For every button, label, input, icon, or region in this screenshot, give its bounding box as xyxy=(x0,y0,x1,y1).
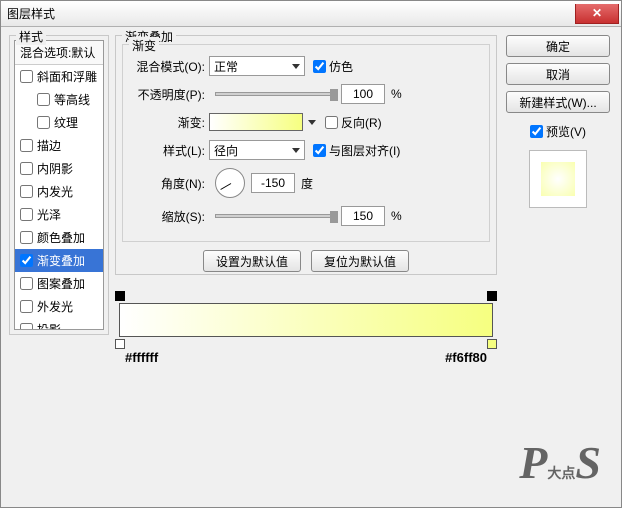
style-label: 样式(L): xyxy=(131,142,209,159)
reverse-checkbox[interactable]: 反向(R) xyxy=(325,114,382,131)
style-item-label: 颜色叠加 xyxy=(37,229,85,246)
center-panel: 渐变叠加 渐变 混合模式(O): 正常 仿色 不透明度(P): xyxy=(115,35,497,499)
ok-button[interactable]: 确定 xyxy=(506,35,610,57)
gradient-group-heading: 渐变 xyxy=(129,37,159,54)
gradient-bar[interactable] xyxy=(119,303,493,337)
styles-list: 混合选项:默认 斜面和浮雕等高线纹理描边内阴影内发光光泽颜色叠加渐变叠加图案叠加… xyxy=(14,40,104,330)
style-item-checkbox[interactable] xyxy=(20,208,33,221)
scale-input[interactable] xyxy=(341,206,385,226)
scale-unit: % xyxy=(391,209,402,223)
style-item-label: 描边 xyxy=(37,137,61,154)
style-item-0[interactable]: 斜面和浮雕 xyxy=(15,65,103,88)
opacity-stop-right[interactable] xyxy=(487,291,497,301)
color-stop-left-label: #ffffff xyxy=(125,350,158,365)
style-item-label: 斜面和浮雕 xyxy=(37,68,97,85)
angle-unit: 度 xyxy=(301,175,313,192)
style-item-11[interactable]: 投影 xyxy=(15,318,103,330)
style-item-checkbox[interactable] xyxy=(20,162,33,175)
style-item-6[interactable]: 光泽 xyxy=(15,203,103,226)
style-item-checkbox[interactable] xyxy=(20,300,33,313)
blend-mode-select[interactable]: 正常 xyxy=(209,56,305,76)
right-panel: 确定 取消 新建样式(W)... 预览(V) xyxy=(503,35,613,499)
opacity-input[interactable] xyxy=(341,84,385,104)
gradient-label: 渐变: xyxy=(131,114,209,131)
style-item-checkbox[interactable] xyxy=(20,70,33,83)
opacity-label: 不透明度(P): xyxy=(131,86,209,103)
color-stop-right[interactable] xyxy=(487,339,497,349)
preview-swatch xyxy=(541,162,575,196)
scale-label: 缩放(S): xyxy=(131,208,209,225)
close-button[interactable]: ✕ xyxy=(575,4,619,24)
preview-box xyxy=(529,150,587,208)
style-item-9[interactable]: 图案叠加 xyxy=(15,272,103,295)
close-icon: ✕ xyxy=(592,6,602,20)
style-item-label: 内阴影 xyxy=(37,160,73,177)
scale-slider[interactable] xyxy=(215,214,335,218)
style-item-label: 投影 xyxy=(37,321,61,330)
color-stop-right-label: #f6ff80 xyxy=(445,350,487,365)
style-item-4[interactable]: 内阴影 xyxy=(15,157,103,180)
align-checkbox[interactable]: 与图层对齐(I) xyxy=(313,142,400,159)
style-item-checkbox[interactable] xyxy=(37,93,50,106)
style-item-label: 纹理 xyxy=(54,114,78,131)
style-item-label: 渐变叠加 xyxy=(37,252,85,269)
set-default-button[interactable]: 设置为默认值 xyxy=(203,250,301,272)
preview-checkbox[interactable]: 预览(V) xyxy=(530,123,586,140)
style-item-checkbox[interactable] xyxy=(37,116,50,129)
reset-default-button[interactable]: 复位为默认值 xyxy=(311,250,409,272)
styles-panel: 样式 混合选项:默认 斜面和浮雕等高线纹理描边内阴影内发光光泽颜色叠加渐变叠加图… xyxy=(9,35,109,499)
titlebar[interactable]: 图层样式 ✕ xyxy=(1,1,621,27)
style-item-checkbox[interactable] xyxy=(20,185,33,198)
style-item-7[interactable]: 颜色叠加 xyxy=(15,226,103,249)
style-item-label: 图案叠加 xyxy=(37,275,85,292)
opacity-unit: % xyxy=(391,87,402,101)
style-item-1[interactable]: 等高线 xyxy=(15,88,103,111)
style-item-label: 内发光 xyxy=(37,183,73,200)
new-style-button[interactable]: 新建样式(W)... xyxy=(506,91,610,113)
dither-checkbox[interactable]: 仿色 xyxy=(313,58,353,75)
window-title: 图层样式 xyxy=(7,5,55,22)
layer-style-dialog: 图层样式 ✕ 样式 混合选项:默认 斜面和浮雕等高线纹理描边内阴影内发光光泽颜色… xyxy=(0,0,622,508)
style-item-label: 光泽 xyxy=(37,206,61,223)
style-item-10[interactable]: 外发光 xyxy=(15,295,103,318)
gradient-editor: #ffffff #f6ff80 xyxy=(115,291,497,361)
style-item-label: 外发光 xyxy=(37,298,73,315)
style-item-label: 等高线 xyxy=(54,91,90,108)
cancel-button[interactable]: 取消 xyxy=(506,63,610,85)
color-stop-left[interactable] xyxy=(115,339,125,349)
style-item-3[interactable]: 描边 xyxy=(15,134,103,157)
style-item-checkbox[interactable] xyxy=(20,254,33,267)
angle-input[interactable] xyxy=(251,173,295,193)
blend-mode-label: 混合模式(O): xyxy=(131,58,209,75)
style-item-checkbox[interactable] xyxy=(20,231,33,244)
style-item-2[interactable]: 纹理 xyxy=(15,111,103,134)
style-item-checkbox[interactable] xyxy=(20,277,33,290)
angle-dial[interactable] xyxy=(215,168,245,198)
opacity-slider[interactable] xyxy=(215,92,335,96)
style-item-5[interactable]: 内发光 xyxy=(15,180,103,203)
style-item-8[interactable]: 渐变叠加 xyxy=(15,249,103,272)
angle-label: 角度(N): xyxy=(131,175,209,192)
style-select[interactable]: 径向 xyxy=(209,140,305,160)
styles-heading: 样式 xyxy=(16,28,46,45)
gradient-swatch[interactable] xyxy=(209,113,303,131)
style-item-checkbox[interactable] xyxy=(20,139,33,152)
opacity-stop-left[interactable] xyxy=(115,291,125,301)
style-item-checkbox[interactable] xyxy=(20,323,33,330)
